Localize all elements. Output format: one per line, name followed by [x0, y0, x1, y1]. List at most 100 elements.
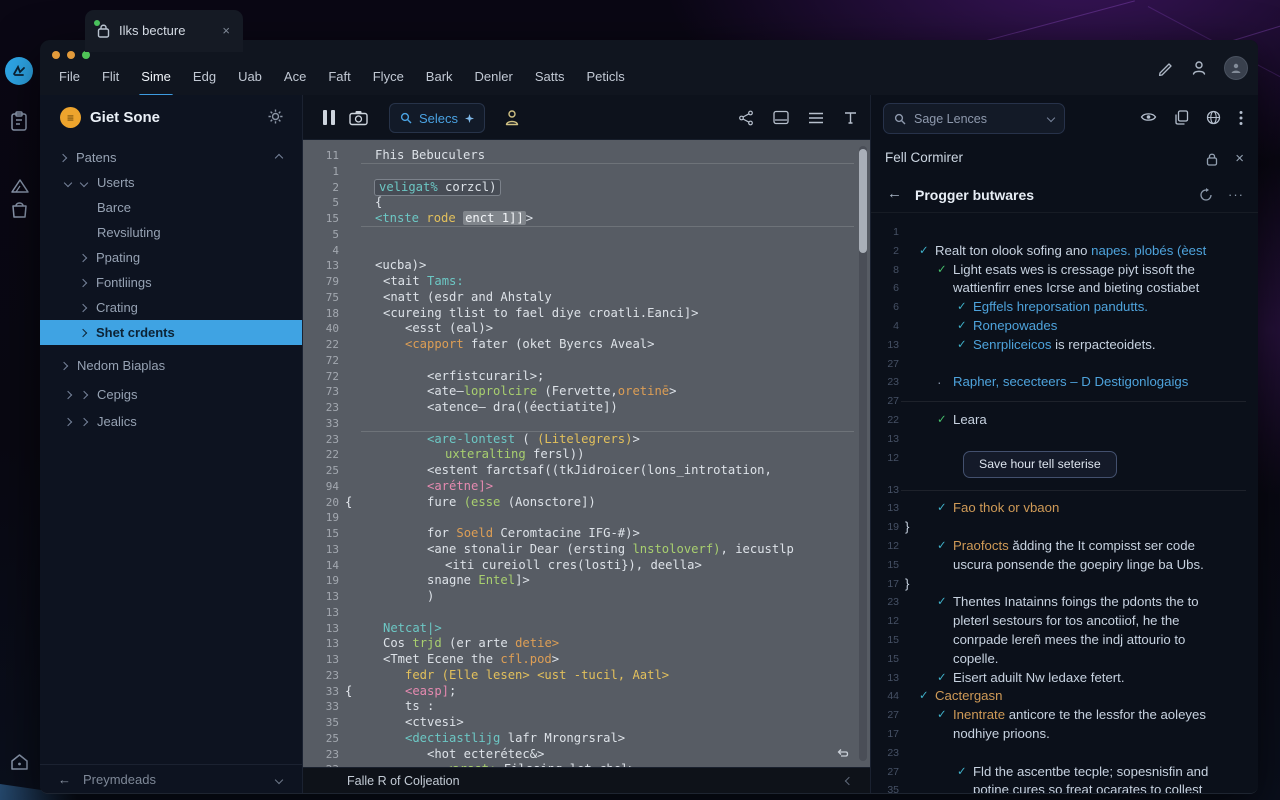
clipboard-icon[interactable] — [9, 110, 29, 132]
code-line[interactable]: 13) — [303, 589, 870, 605]
chevron-right-icon[interactable] — [59, 153, 67, 161]
globe-icon[interactable] — [1206, 110, 1221, 126]
code-line[interactable]: 19snagne Entel]> — [303, 573, 870, 589]
link-text[interactable]: napes. plobés (èest — [1091, 243, 1206, 258]
undo-icon[interactable] — [836, 748, 850, 760]
ellipsis-icon[interactable]: ··· — [1228, 187, 1244, 202]
gear-icon[interactable] — [267, 108, 284, 125]
code-line[interactable]: 33{<easp]; — [303, 684, 870, 700]
code-line[interactable]: 23fedr (Elle lesen> <ust -tucil, Aatl> — [303, 668, 870, 684]
chevron-right-icon[interactable] — [79, 253, 87, 261]
menu-item[interactable]: Sime — [130, 64, 182, 89]
window-control-dot[interactable] — [82, 51, 90, 59]
back-arrow-icon[interactable]: ← — [887, 185, 902, 202]
avatar[interactable] — [1224, 56, 1248, 80]
tree-item[interactable]: Cepigs — [40, 382, 302, 407]
tree-item[interactable]: Ppating — [40, 245, 302, 270]
code-line[interactable]: 4 — [303, 243, 870, 259]
code-line[interactable]: 22uxteralting fersl)) — [303, 447, 870, 463]
code-line[interactable]: 1 — [303, 164, 870, 180]
chevron-down-icon[interactable] — [64, 178, 72, 186]
code-line[interactable]: 25<estent farctsaf((tkJidroicer(lons_int… — [303, 463, 870, 479]
menu-item[interactable]: Satts — [524, 64, 576, 89]
chevron-right-icon[interactable] — [79, 303, 87, 311]
editor-scrollbar[interactable] — [859, 146, 867, 761]
tree-item[interactable]: Crating — [40, 295, 302, 320]
code-line[interactable]: 18<cureing tlist to fael diye croatli.Ea… — [303, 306, 870, 322]
tree-item[interactable]: Barce — [40, 195, 302, 220]
tab-close-icon[interactable]: × — [219, 21, 233, 40]
link-text[interactable]: Egffels hreporsation pandutts. — [973, 299, 1148, 314]
browser-tab[interactable]: Ilks becture × — [85, 10, 243, 52]
panel-layout-icon[interactable] — [773, 110, 789, 125]
menu-item[interactable]: Uab — [227, 64, 273, 89]
code-line[interactable]: 13<Tmet Ecene the cfl.pod> — [303, 652, 870, 668]
chevron-right-icon[interactable] — [64, 417, 72, 425]
chevron-right-icon[interactable] — [80, 417, 88, 425]
code-line[interactable]: 33 — [303, 416, 870, 432]
chevron-right-icon[interactable] — [80, 390, 88, 398]
code-line[interactable]: 15<tnste rode enct 1]]> — [303, 211, 870, 227]
tree-item[interactable]: Jealics — [40, 409, 302, 434]
copy-icon[interactable] — [1174, 110, 1189, 126]
save-button[interactable]: Save hour tell seterise — [963, 451, 1117, 478]
code-editor-surface[interactable]: 11Fhis Bebuculers12veligat% corzcl)5{15<… — [303, 140, 870, 767]
profile-icon[interactable] — [503, 108, 521, 127]
code-line[interactable]: 79<tait Tams: — [303, 274, 870, 290]
chevron-right-icon[interactable] — [79, 328, 87, 336]
menu-item[interactable]: Peticls — [575, 64, 635, 89]
code-line[interactable]: 35<ctvesi> — [303, 715, 870, 731]
hamburger-menu-icon[interactable] — [808, 111, 824, 125]
code-line[interactable]: 19 — [303, 510, 870, 526]
search-input[interactable]: Sage Lences — [883, 103, 1065, 134]
code-line[interactable]: 33ts : — [303, 699, 870, 715]
chevron-right-icon[interactable] — [64, 390, 72, 398]
menu-item[interactable]: Flyce — [362, 64, 415, 89]
sidebar-footer[interactable]: ← Preymdeads — [40, 764, 302, 794]
tree-item[interactable]: Userts — [40, 170, 302, 195]
tree-item[interactable]: Nedom Biaplas — [40, 353, 302, 378]
back-arrow-icon[interactable]: ← — [58, 772, 71, 787]
chevron-down-icon[interactable] — [80, 178, 88, 186]
tree-item[interactable]: Shet crdents — [40, 320, 302, 345]
code-line[interactable]: 13<ane stonalir Dear (ersting lnstolover… — [303, 542, 870, 558]
code-line[interactable]: 23<atence— dra((éectiatite]) — [303, 400, 870, 416]
link-text[interactable]: Ronepowades — [973, 318, 1057, 333]
code-line[interactable]: 14<iti cureioll cres(losti}), deella> — [303, 558, 870, 574]
code-line[interactable]: 2veligat% corzcl) — [303, 180, 870, 196]
code-line[interactable]: 11Fhis Bebuculers — [303, 148, 870, 164]
code-line[interactable]: 23<are-lontest ( (Litelegrers)> — [303, 432, 870, 448]
code-line[interactable]: 72 — [303, 353, 870, 369]
tree-item[interactable]: Patens — [40, 145, 302, 170]
menu-item[interactable]: Faft — [317, 64, 361, 89]
tree-item[interactable]: Fontliings — [40, 270, 302, 295]
code-line[interactable]: 72<erfistcuraril>; — [303, 369, 870, 385]
code-line[interactable]: 73<ate—loprolcire (Fervette,oretinē> — [303, 384, 870, 400]
code-line[interactable]: 25<dectiastlijg lafr Mrongrsral> — [303, 731, 870, 747]
menu-item[interactable]: Edg — [182, 64, 227, 89]
chevron-right-icon[interactable] — [60, 361, 68, 369]
text-tool-icon[interactable] — [843, 110, 858, 125]
link-text[interactable]: Rapher, sececteers – D Destigonlogaigs — [953, 374, 1188, 389]
code-line[interactable]: 94<arétne]> — [303, 479, 870, 495]
pencil-icon[interactable] — [1157, 59, 1174, 76]
chevron-up-icon[interactable] — [275, 153, 283, 161]
code-line[interactable]: 40<esst (eal)> — [303, 321, 870, 337]
tree-item[interactable]: Revsiluting — [40, 220, 302, 245]
code-line[interactable]: 20{fure (esse (Aonsctore]) — [303, 495, 870, 511]
send-icon[interactable] — [9, 176, 31, 196]
chevron-right-icon[interactable] — [79, 278, 87, 286]
bag-icon[interactable] — [9, 199, 30, 219]
menu-item[interactable]: Flit — [91, 64, 130, 89]
menu-item[interactable]: File — [48, 64, 91, 89]
code-line[interactable]: 13Cos trjd (er arte detie> — [303, 636, 870, 652]
chevron-icon[interactable] — [845, 777, 853, 785]
close-icon[interactable]: × — [1235, 150, 1244, 167]
menu-item[interactable]: Bark — [415, 64, 464, 89]
share-icon[interactable] — [738, 110, 754, 126]
code-line[interactable]: 23<hot ecterétec&> — [303, 747, 870, 763]
refresh-icon[interactable] — [1199, 188, 1213, 202]
chevron-down-icon[interactable] — [275, 775, 283, 783]
code-line[interactable]: 15for Soeld Ceromtacine IFG-#)> — [303, 526, 870, 542]
code-line[interactable]: 22<capport fater (oket Byercs Aveal> — [303, 337, 870, 353]
